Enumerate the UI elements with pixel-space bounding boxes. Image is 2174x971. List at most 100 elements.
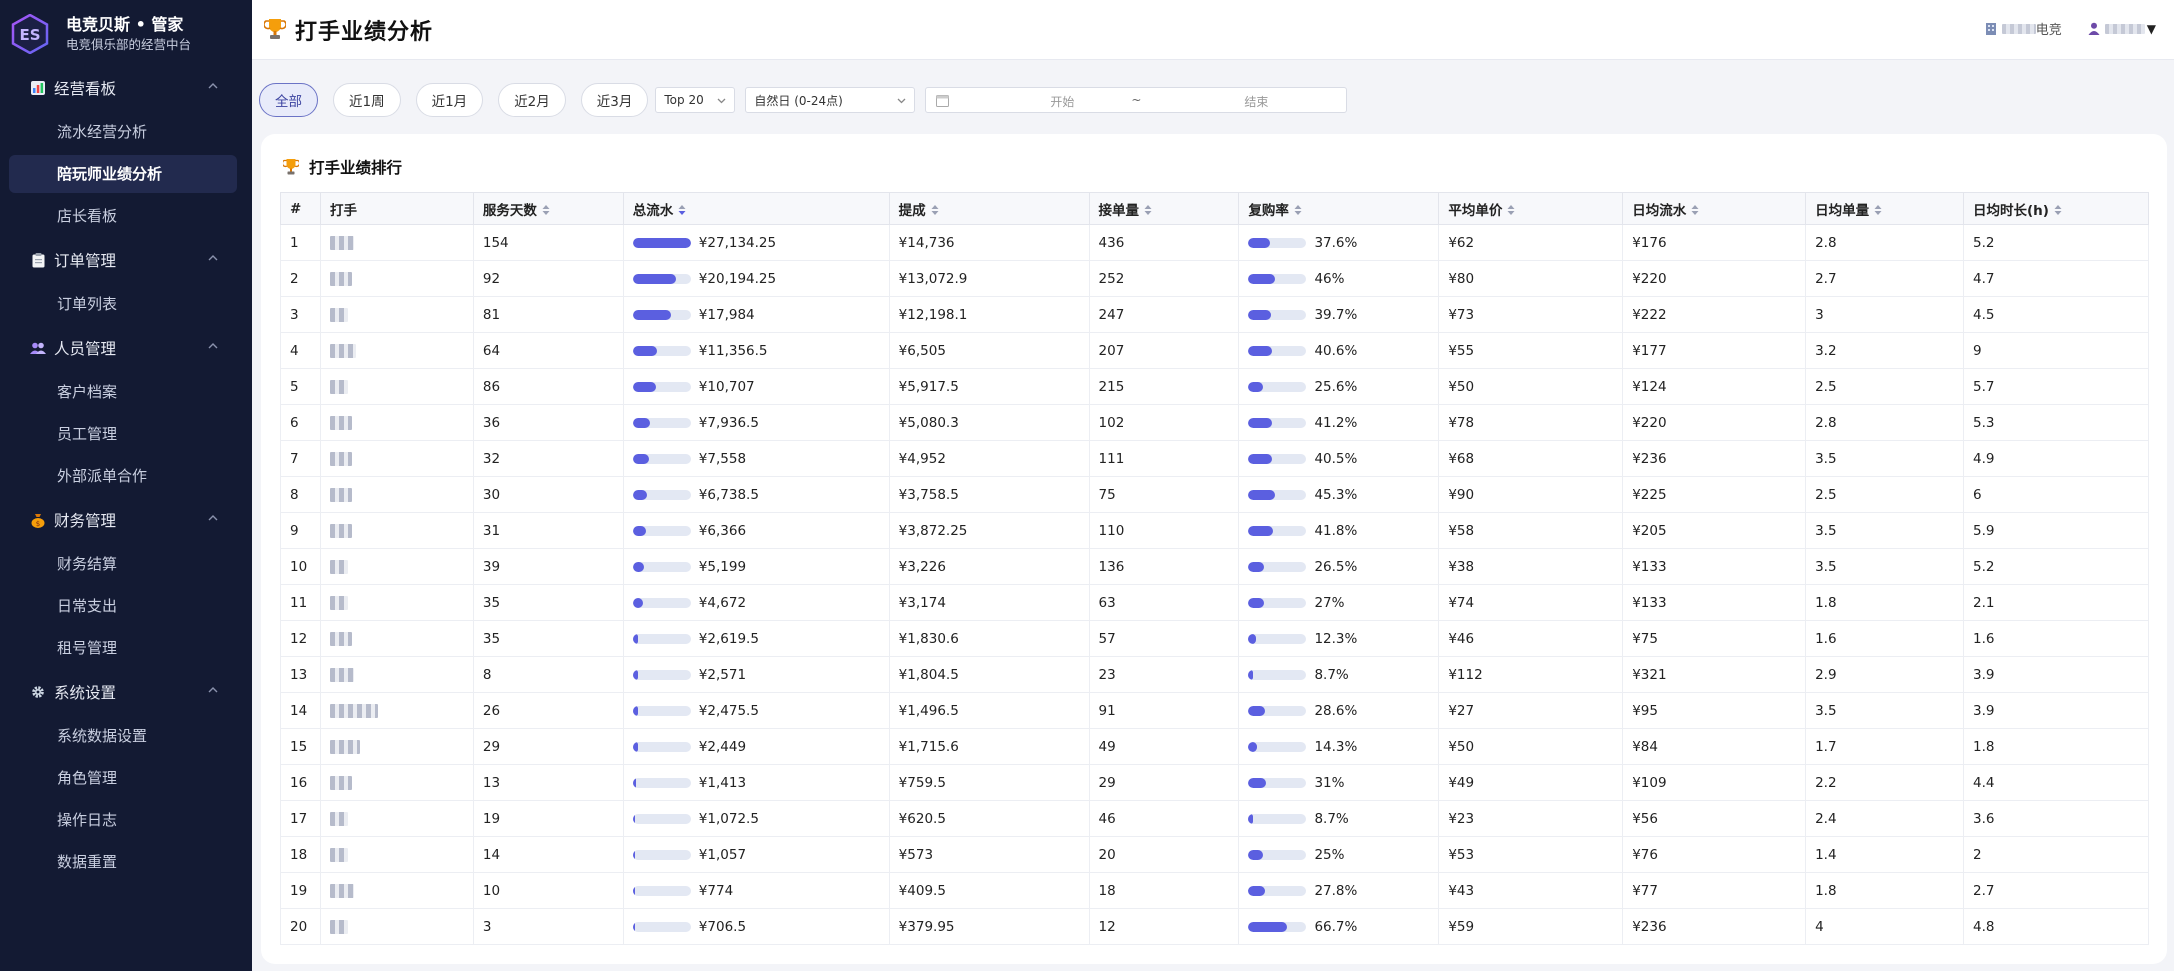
revenue-bar-fill [632,633,639,644]
rank-cell: 19 [280,872,321,909]
date-end-input[interactable]: 结束 [1216,93,1296,110]
column-header-avg-price[interactable]: 平均单价 [1438,192,1624,225]
sort-icon[interactable] [1874,204,1882,216]
range-2month-button[interactable]: 近2月 [498,83,566,117]
table-row[interactable]: 13 8 ¥2,571 ¥1,804.5 23 8.7% ¥112 ¥321 2.9 3.9 [280,656,2149,693]
column-header-rank: # [280,192,321,225]
sort-icon[interactable] [1691,204,1699,216]
sidebar-item-operation-log[interactable]: 操作日志 [9,801,237,839]
nav-group-people[interactable]: 人员管理 [0,331,252,365]
rank-cell: 8 [280,476,321,513]
table-row[interactable]: 1 154 ¥27,134.25 ¥14,736 436 37.6% ¥62 ¥176 2.8 5… [280,224,2149,261]
revenue-value: ¥2,449 [698,738,747,755]
sidebar-item-external-dispatch[interactable]: 外部派单合作 [9,457,237,495]
repurchase-value: 41.8% [1314,522,1358,539]
player-avatar-redacted [329,847,348,862]
sort-icon[interactable] [1507,204,1515,216]
column-header-days[interactable]: 服务天数 [472,192,624,225]
sidebar-item-daily-expense[interactable]: 日常支出 [9,587,237,625]
sidebar-item-order-list[interactable]: 订单列表 [9,285,237,323]
sidebar-item-system-data[interactable]: 系统数据设置 [9,717,237,755]
table-row[interactable]: 14 26 ¥2,475.5 ¥1,496.5 91 28.6% ¥27 ¥95 3.5 3.9 [280,692,2149,729]
revenue-bar [632,561,691,572]
days-cell: 36 [472,404,624,441]
table-row[interactable]: 9 31 ¥6,366 ¥3,872.25 110 41.8% ¥58 ¥205 3.5 5.9 [280,512,2149,549]
table-row[interactable]: 7 32 ¥7,558 ¥4,952 111 40.5% ¥68 ¥236 3.5 4.9 [280,440,2149,477]
repurchase-value: 28.6% [1314,702,1358,719]
nav-group-finance[interactable]: $ 财务管理 [0,503,252,537]
revenue-bar-fill [632,453,649,464]
sidebar-item-settlement[interactable]: 财务结算 [9,545,237,583]
table-row[interactable]: 16 13 ¥1,413 ¥759.5 29 31% ¥49 ¥109 2.2 4.4 [280,764,2149,801]
column-header-daily-hours[interactable]: 日均时长(h) [1963,192,2149,225]
range-1week-button[interactable]: 近1周 [333,83,401,117]
sort-icon[interactable] [1144,204,1152,216]
table-row[interactable]: 19 10 ¥774 ¥409.5 18 27.8% ¥43 ¥77 1.8 2.7 [280,872,2149,909]
revenue-cell: ¥706.5 [622,908,890,945]
sidebar-item-manager-dashboard[interactable]: 店长看板 [9,197,237,235]
nav-group-orders[interactable]: 订单管理 [0,243,252,277]
daily-revenue-cell: ¥133 [1622,584,1807,621]
repurchase-cell: 25.6% [1238,368,1440,405]
top-n-select[interactable]: Top 20 [655,87,736,113]
day-mode-select[interactable]: 自然日 (0-24点) [745,87,916,113]
date-start-input[interactable]: 开始 [1022,93,1102,110]
calendar-icon [936,95,950,107]
table-row[interactable]: 6 36 ¥7,936.5 ¥5,080.3 102 41.2% ¥78 ¥220 2.8 5.3 [280,404,2149,441]
table-row[interactable]: 4 64 ¥11,356.5 ¥6,505 207 40.6% ¥55 ¥177 3.2 9 [280,332,2149,369]
range-all-button[interactable]: 全部 [259,83,318,117]
column-header-repurchase[interactable]: 复购率 [1238,192,1440,225]
sidebar-item-roles[interactable]: 角色管理 [9,759,237,797]
sidebar-item-revenue-analysis[interactable]: 流水经营分析 [9,113,237,151]
range-1month-button[interactable]: 近1月 [415,83,484,117]
sort-icon[interactable] [931,204,939,216]
sidebar-item-account-rental[interactable]: 租号管理 [9,629,237,667]
club-selector[interactable]: 电竞 [1985,19,2062,38]
nav-group-settings[interactable]: 系统设置 [0,675,252,709]
table-row[interactable]: 5 86 ¥10,707 ¥5,917.5 215 25.6% ¥50 ¥124 2.5 5.7 [280,368,2149,405]
sidebar-item-staff-management[interactable]: 员工管理 [9,415,237,453]
column-header-commission[interactable]: 提成 [888,192,1090,225]
column-header-label: # [290,200,302,217]
table-row[interactable]: 2 92 ¥20,194.25 ¥13,072.9 252 46% ¥80 ¥220 2.7 4.… [280,260,2149,297]
daily-orders-cell: 3.5 [1805,692,1964,729]
avg-price-cell: ¥23 [1438,800,1624,837]
player-avatar-redacted [329,343,356,358]
daily-orders-cell: 3.5 [1805,440,1964,477]
rank-cell: 1 [280,224,321,261]
daily-revenue-cell: ¥75 [1622,620,1807,657]
table-row[interactable]: 18 14 ¥1,057 ¥573 20 25% ¥53 ¥76 1.4 2 [280,836,2149,873]
sidebar-item-data-reset[interactable]: 数据重置 [9,843,237,881]
daily-revenue-cell: ¥77 [1622,872,1807,909]
column-header-revenue[interactable]: 总流水 [622,192,890,225]
column-header-daily-revenue[interactable]: 日均流水 [1622,192,1807,225]
revenue-value: ¥1,413 [698,774,747,791]
top-header: 打手业绩分析 电竞 ▼ [252,0,2174,60]
table-row[interactable]: 20 3 ¥706.5 ¥379.95 12 66.7% ¥59 ¥236 4 4.8 [280,908,2149,945]
repurchase-bar-fill [1248,705,1266,716]
table-row[interactable]: 11 35 ¥4,672 ¥3,174 63 27% ¥74 ¥133 1.8 2.1 [280,584,2149,621]
table-row[interactable]: 15 29 ¥2,449 ¥1,715.6 49 14.3% ¥50 ¥84 1.7 1.8 [280,728,2149,765]
column-header-daily-orders[interactable]: 日均单量 [1805,192,1964,225]
table-row[interactable]: 8 30 ¥6,738.5 ¥3,758.5 75 45.3% ¥90 ¥225 2.5 6 [280,476,2149,513]
sidebar-item-companion-performance[interactable]: 陪玩师业绩分析 [9,155,237,193]
user-menu[interactable]: ▼ [2088,22,2156,36]
sort-icon[interactable] [2054,204,2062,216]
table-row[interactable]: 17 19 ¥1,072.5 ¥620.5 46 8.7% ¥23 ¥56 2.4 3.6 [280,800,2149,837]
sidebar-item-customer-records[interactable]: 客户档案 [9,373,237,411]
range-3month-button[interactable]: 近3月 [580,83,649,117]
sort-icon[interactable] [678,204,686,216]
commission-cell: ¥3,226 [888,548,1090,585]
table-row[interactable]: 12 35 ¥2,619.5 ¥1,830.6 57 12.3% ¥46 ¥75 1.6 1.6 [280,620,2149,657]
table-row[interactable]: 10 39 ¥5,199 ¥3,226 136 26.5% ¥38 ¥133 3.5 5.2 [280,548,2149,585]
revenue-bar-fill [632,921,635,932]
table-row[interactable]: 3 81 ¥17,984 ¥12,198.1 247 39.7% ¥73 ¥222 3 4.5 [280,296,2149,333]
nav-group-dashboard[interactable]: 经营看板 [0,71,252,105]
date-range-picker[interactable]: 开始 ~ 结束 [925,87,1348,113]
column-header-orders[interactable]: 接单量 [1088,192,1240,225]
daily-hours-cell: 4.8 [1963,908,2149,945]
sort-icon[interactable] [542,204,550,216]
commission-cell: ¥379.95 [888,908,1090,945]
sort-icon[interactable] [1294,204,1302,216]
repurchase-bar [1248,237,1307,248]
